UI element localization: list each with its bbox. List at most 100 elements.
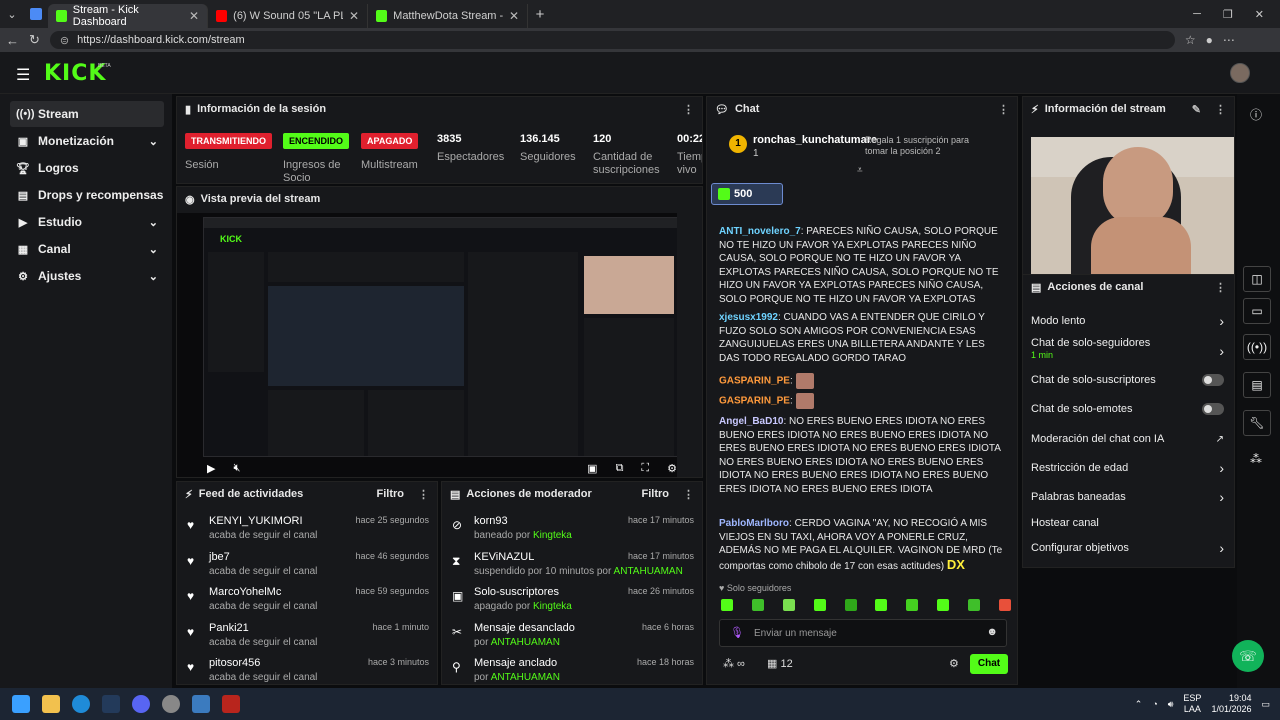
clock[interactable]: 19:04 1/01/2026 bbox=[1211, 693, 1251, 715]
file-explorer-icon[interactable] bbox=[42, 695, 60, 713]
mod-action-target[interactable]: KEViNAZUL bbox=[474, 551, 534, 563]
chat-username[interactable]: PabloMarlboro bbox=[719, 518, 789, 529]
action-palabras-baneadas[interactable]: Palabras baneadas › bbox=[1031, 485, 1224, 509]
more-icon[interactable]: ⋯ bbox=[1223, 33, 1235, 47]
photos-icon[interactable] bbox=[192, 695, 210, 713]
notifications-icon[interactable]: ▭ bbox=[1261, 699, 1270, 710]
chat-username[interactable]: ANTI_novelero_7 bbox=[719, 226, 801, 237]
tab-kick-dashboard[interactable]: Stream - Kick Dashboard ✕ bbox=[48, 4, 208, 28]
filter-button[interactable]: Filtro bbox=[377, 488, 405, 500]
mod-action-row[interactable]: ▣ Solo-suscriptores apagado por Kingteka ha… bbox=[450, 583, 694, 619]
edit-icon[interactable]: ✎ bbox=[1192, 103, 1201, 116]
action-modo-lento[interactable]: Modo lento › bbox=[1031, 309, 1224, 333]
top-gifter-name[interactable]: ronchas_kunchatumare bbox=[753, 134, 877, 146]
chat-username[interactable]: GASPARIN_PE bbox=[719, 396, 790, 407]
mod-action-by[interactable]: ANTAHUAMAN bbox=[614, 566, 683, 577]
favorites-icon[interactable]: ☆ bbox=[1185, 33, 1196, 47]
info-icon[interactable]: ⓘ bbox=[1250, 106, 1262, 123]
close-window-icon[interactable]: ✕ bbox=[1255, 8, 1264, 21]
activity-row[interactable]: ♥ MarcoYohelMc acaba de seguir el canal hac… bbox=[185, 583, 429, 619]
mute-icon[interactable]: 🔇︎ bbox=[233, 462, 240, 475]
mod-action-target[interactable]: Solo-suscriptores bbox=[474, 586, 559, 598]
sidebar-item-drops[interactable]: ▤ Drops y recompensas bbox=[10, 182, 164, 208]
sidebar-item-logros[interactable]: 🏆︎ Logros bbox=[10, 155, 164, 181]
activity-row[interactable]: ♥ pitosor456 acaba de seguir el canal hace … bbox=[185, 654, 429, 684]
action-hostear-canal[interactable]: Hostear canal bbox=[1031, 511, 1224, 535]
chat-username[interactable]: Angel_BaD10 bbox=[719, 416, 783, 427]
activity-user[interactable]: MarcoYohelMc bbox=[209, 586, 281, 598]
activity-user[interactable]: KENYI_YUKIMORI bbox=[209, 515, 303, 527]
mod-action-target[interactable]: Mensaje anclado bbox=[474, 657, 557, 669]
emote-icon[interactable] bbox=[813, 599, 826, 611]
profile-icon[interactable]: ● bbox=[1206, 33, 1213, 47]
collapse-leaderboard-icon[interactable]: ⩡ bbox=[857, 165, 863, 176]
broadcast-icon[interactable]: ((•)) bbox=[1243, 334, 1271, 360]
minimize-icon[interactable]: ─ bbox=[1193, 8, 1201, 21]
tab-list-chevron-icon[interactable]: ⌄ bbox=[0, 8, 24, 21]
settings-icon[interactable]: ⚙ bbox=[667, 462, 677, 475]
avatar[interactable] bbox=[1230, 63, 1250, 83]
tab-youtube[interactable]: (6) W Sound 05 "LA PLENA" - Beéle... ✕ bbox=[208, 4, 368, 28]
close-icon[interactable]: ✕ bbox=[189, 9, 199, 23]
gift-prompt[interactable]: Regala 1 suscripción para tomar la posic… bbox=[865, 135, 985, 157]
users-icon[interactable]: ⁂ bbox=[1250, 452, 1262, 466]
solo-emotes-toggle[interactable] bbox=[1202, 403, 1224, 415]
mod-action-by[interactable]: Kingteka bbox=[533, 530, 572, 541]
emote-icon[interactable] bbox=[968, 599, 980, 611]
windows-start-icon[interactable] bbox=[12, 695, 30, 713]
sidebar-item-canal[interactable]: ▦ Canal ⌄ bbox=[10, 236, 164, 262]
stream-thumbnail[interactable] bbox=[1031, 137, 1234, 277]
action-solo-seguidores[interactable]: Chat de solo-seguidores 1 min › bbox=[1031, 337, 1224, 367]
obs-icon[interactable] bbox=[162, 695, 180, 713]
sidebar-item-monetizacion[interactable]: ▣ Monetización ⌄ bbox=[10, 128, 164, 154]
layout-icon[interactable]: ▤ bbox=[1243, 372, 1271, 398]
pip-icon[interactable]: ⧉ bbox=[616, 462, 624, 475]
emote-icon[interactable] bbox=[751, 599, 764, 611]
chat-settings-icon[interactable]: ⚙ bbox=[949, 657, 959, 670]
more-options-icon[interactable]: ⋮ bbox=[683, 488, 694, 501]
mic-icon[interactable]: 🎙︎ bbox=[730, 626, 744, 639]
volume-icon[interactable]: 🔊︎ bbox=[1168, 699, 1174, 710]
close-icon[interactable]: ✕ bbox=[349, 9, 359, 23]
pinned-gift-badge[interactable]: 500 bbox=[711, 183, 783, 205]
action-solo-suscriptores[interactable]: Chat de solo-suscriptores bbox=[1031, 368, 1224, 392]
mod-action-by[interactable]: ANTAHUAMAN bbox=[491, 637, 560, 648]
emote-icon[interactable] bbox=[906, 599, 919, 611]
mod-action-target[interactable]: Mensaje desanclado bbox=[474, 622, 575, 634]
edge-icon[interactable] bbox=[72, 695, 90, 713]
mod-action-row[interactable]: ✂ Mensaje desanclado por ANTAHUAMAN hace 6 … bbox=[450, 619, 694, 655]
emote-icon[interactable] bbox=[782, 599, 795, 611]
action-restriccion-edad[interactable]: Restricción de edad › bbox=[1031, 456, 1224, 480]
more-options-icon[interactable]: ⋮ bbox=[1215, 103, 1226, 116]
more-options-icon[interactable]: ⋮ bbox=[683, 103, 694, 116]
mod-action-by[interactable]: Kingteka bbox=[533, 601, 572, 612]
maximize-icon[interactable]: ❐ bbox=[1223, 8, 1233, 21]
fullscreen-icon[interactable]: ⛶ bbox=[641, 462, 649, 475]
chat-bubble-icon[interactable]: ▭ bbox=[1243, 298, 1271, 324]
discord-icon[interactable] bbox=[132, 695, 150, 713]
activity-user[interactable]: jbe7 bbox=[209, 551, 230, 563]
action-configurar-objetivos[interactable]: Configurar objetivos › bbox=[1031, 536, 1224, 560]
preview-video[interactable]: KICK ▶ 🔇︎ ▣ ⧉ ⛶ ⚙ bbox=[177, 213, 677, 477]
activity-row[interactable]: ♥ Panki21 acaba de seguir el canal hace 1 m… bbox=[185, 619, 429, 655]
activity-row[interactable]: ♥ jbe7 acaba de seguir el canal hace 46 seg… bbox=[185, 548, 429, 584]
wifi-icon[interactable]: ◔ bbox=[1152, 699, 1157, 709]
activity-row[interactable]: ♥ KENYI_YUKIMORI acaba de seguir el canal h… bbox=[185, 512, 429, 548]
emote-icon[interactable] bbox=[937, 599, 950, 611]
mod-action-target[interactable]: korn93 bbox=[474, 515, 508, 527]
activity-user[interactable]: pitosor456 bbox=[209, 657, 260, 669]
url-field[interactable]: ⊜ https://dashboard.kick.com/stream bbox=[49, 31, 1175, 49]
chat-username[interactable]: GASPARIN_PE bbox=[719, 376, 790, 387]
clip-icon[interactable]: ▣ bbox=[587, 462, 597, 475]
menu-icon[interactable]: ☰ bbox=[16, 65, 30, 85]
back-icon[interactable]: ← bbox=[6, 33, 19, 48]
new-tab-button[interactable]: + bbox=[528, 6, 552, 23]
emote-icon[interactable] bbox=[721, 599, 733, 611]
rail-item-icon[interactable]: ◫ bbox=[1243, 266, 1271, 292]
more-options-icon[interactable]: ⋮ bbox=[1215, 281, 1226, 294]
send-chat-button[interactable]: Chat bbox=[970, 654, 1008, 674]
solo-suscriptores-toggle[interactable] bbox=[1202, 374, 1224, 386]
more-options-icon[interactable]: ⋮ bbox=[418, 488, 429, 501]
tab-matthewdota[interactable]: MatthewDota Stream - Watch Live... ✕ bbox=[368, 4, 528, 28]
emote-icon[interactable] bbox=[875, 599, 888, 611]
